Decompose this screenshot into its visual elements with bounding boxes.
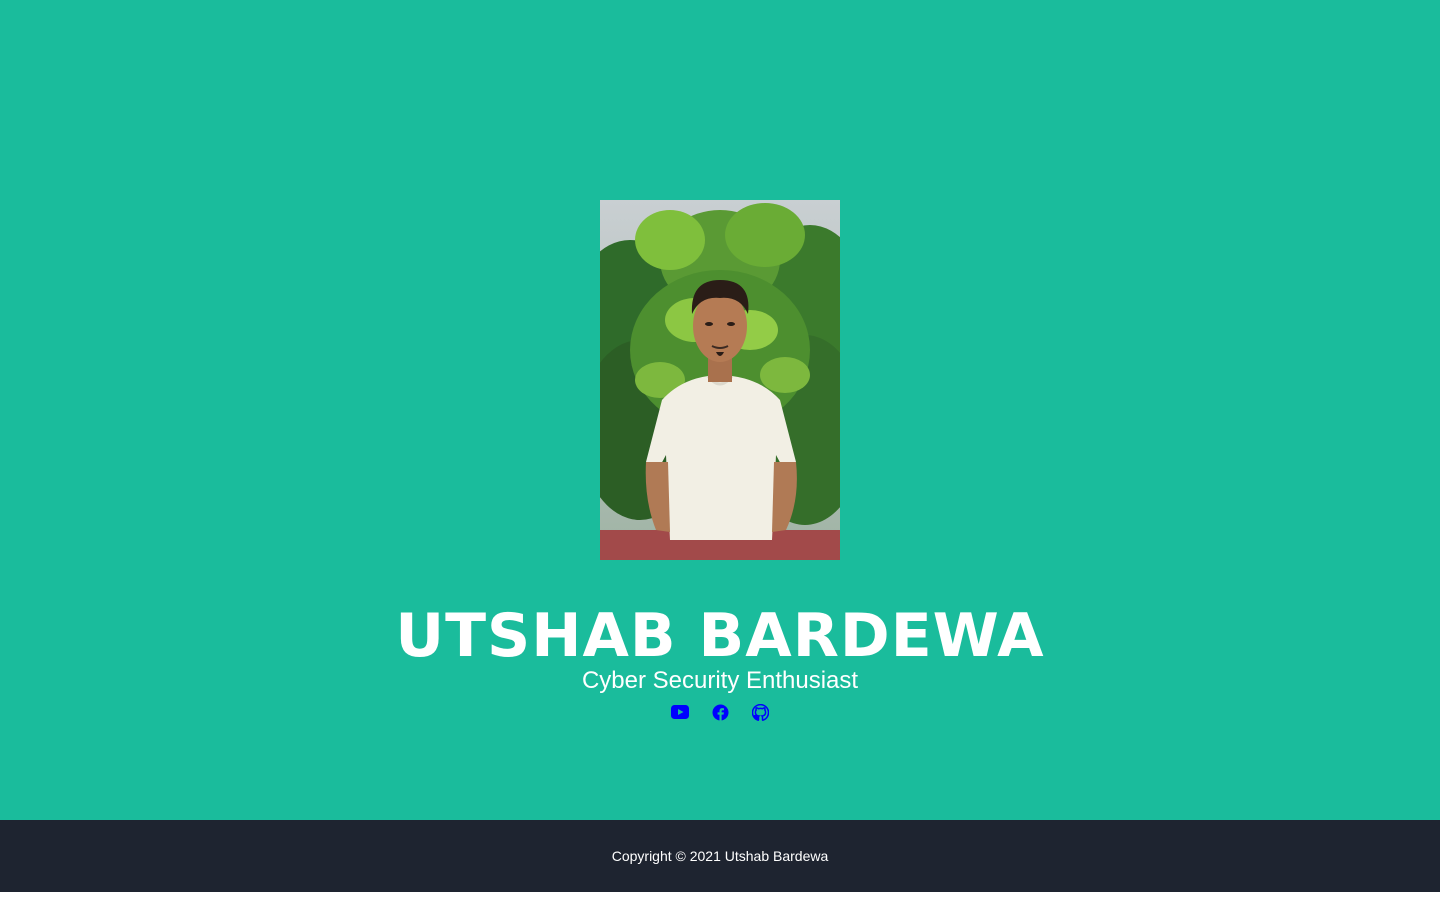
profile-name: UTSHAB BARDEWA <box>395 601 1045 671</box>
youtube-icon <box>671 705 689 719</box>
facebook-link[interactable] <box>711 703 729 721</box>
copyright-text: Copyright © 2021 Utshab Bardewa <box>611 848 829 864</box>
facebook-icon <box>712 704 728 721</box>
profile-tagline: Cyber Security Enthusiast <box>581 667 859 694</box>
profile-photo <box>600 200 840 560</box>
youtube-link[interactable] <box>671 703 689 721</box>
github-icon <box>751 703 769 721</box>
footer: Copyright © 2021 Utshab Bardewa <box>0 820 1440 892</box>
social-links <box>0 702 1440 722</box>
github-link[interactable] <box>751 703 769 721</box>
hero-section: UTSHAB BARDEWA Cyber Security Enthusiast <box>0 0 1440 820</box>
